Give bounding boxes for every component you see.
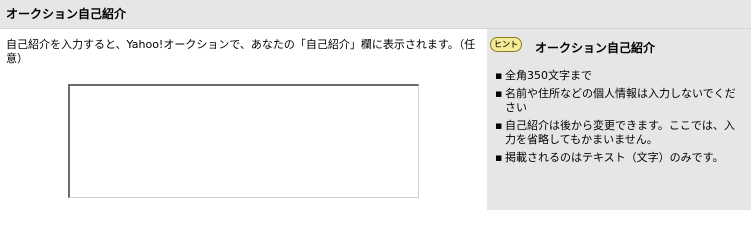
hint-item-text: 名前や住所などの個人情報は入力しないでください [505,87,736,114]
hint-panel: ヒント オークション自己紹介 ▪ 全角350文字まで ▪ 名前や住所などの個人情報は… [487,29,751,210]
input-area: 自己紹介を入力すると、Yahoo!オークションで、あなたの「自己紹介」欄に表示さ… [0,29,487,210]
bullet-icon: ▪ [495,87,503,100]
hint-item-text: 全角350文字まで [505,69,592,82]
instruction-text: 自己紹介を入力すると、Yahoo!オークションで、あなたの「自己紹介」欄に表示さ… [6,38,476,65]
bullet-icon: ▪ [495,69,503,82]
section-title: オークション自己紹介 [6,7,127,21]
hint-item: ▪ 名前や住所などの個人情報は入力しないでください [495,87,745,115]
hint-item-text: 掲載されるのはテキスト（文字）のみです。 [505,151,724,164]
hint-item-text: 自己紹介は後から変更できます。ここでは、入力を省略してもかまいません。 [505,119,735,146]
bullet-icon: ▪ [495,151,503,164]
hint-icon: ヒント [490,37,522,52]
hint-item: ▪ 掲載されるのはテキスト（文字）のみです。 [495,151,745,165]
self-intro-textarea[interactable] [68,84,419,198]
hint-title: オークション自己紹介 [535,41,656,55]
hint-list: ▪ 全角350文字まで ▪ 名前や住所などの個人情報は入力しないでください ▪ 自己紹… [495,69,745,169]
hint-item: ▪ 全角350文字まで [495,69,745,83]
section-header: オークション自己紹介 [0,0,751,29]
bullet-icon: ▪ [495,119,503,132]
hint-item: ▪ 自己紹介は後から変更できます。ここでは、入力を省略してもかまいません。 [495,119,745,147]
